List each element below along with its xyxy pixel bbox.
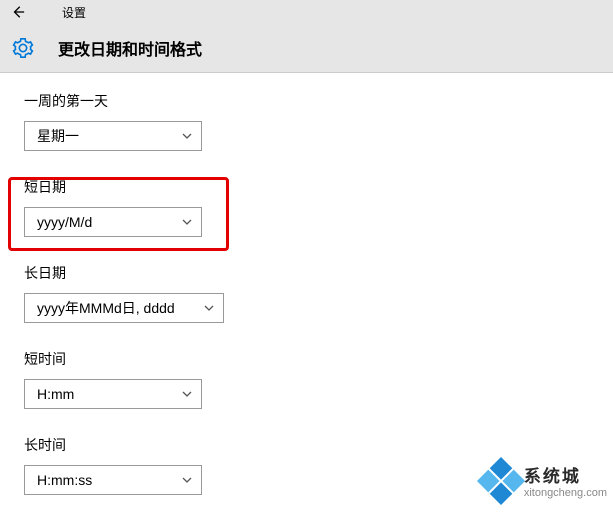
label-short-date: 短日期 [24,177,613,197]
chevron-down-icon [203,302,215,314]
chevron-down-icon [181,474,193,486]
combo-long-date[interactable]: yyyy年MMMd日, dddd [24,293,224,323]
group-long-time: 长时间 H:mm:ss [24,435,613,495]
combo-short-date[interactable]: yyyy/M/d [24,207,202,237]
group-long-date: 长日期 yyyy年MMMd日, dddd [24,263,613,323]
label-long-time: 长时间 [24,435,613,455]
group-first-day: 一周的第一天 星期一 [24,91,613,151]
label-short-time: 短时间 [24,349,613,369]
combo-long-date-value: yyyy年MMMd日, dddd [37,298,175,318]
combo-short-time[interactable]: H:mm [24,379,202,409]
content-area: 一周的第一天 星期一 短日期 yyyy/M/d 长日期 yyyy年MMMd日, … [0,73,613,495]
combo-short-time-value: H:mm [37,386,74,402]
page-title: 更改日期和时间格式 [58,36,202,60]
label-long-date: 长日期 [24,263,613,283]
group-short-time: 短时间 H:mm [24,349,613,409]
window-title: 设置 [62,4,86,21]
group-short-date: 短日期 yyyy/M/d [24,177,613,237]
label-first-day: 一周的第一天 [24,91,613,111]
combo-first-day-value: 星期一 [37,126,79,146]
titlebar: 设置 [0,0,613,24]
page-header: 更改日期和时间格式 [0,24,613,73]
back-button[interactable] [8,5,28,19]
combo-first-day[interactable]: 星期一 [24,121,202,151]
chevron-down-icon [181,388,193,400]
combo-short-date-value: yyyy/M/d [37,214,92,230]
combo-long-time-value: H:mm:ss [37,472,92,488]
chevron-down-icon [181,130,193,142]
settings-gear-icon [10,37,36,59]
arrow-left-icon [11,5,25,19]
combo-long-time[interactable]: H:mm:ss [24,465,202,495]
chevron-down-icon [181,216,193,228]
